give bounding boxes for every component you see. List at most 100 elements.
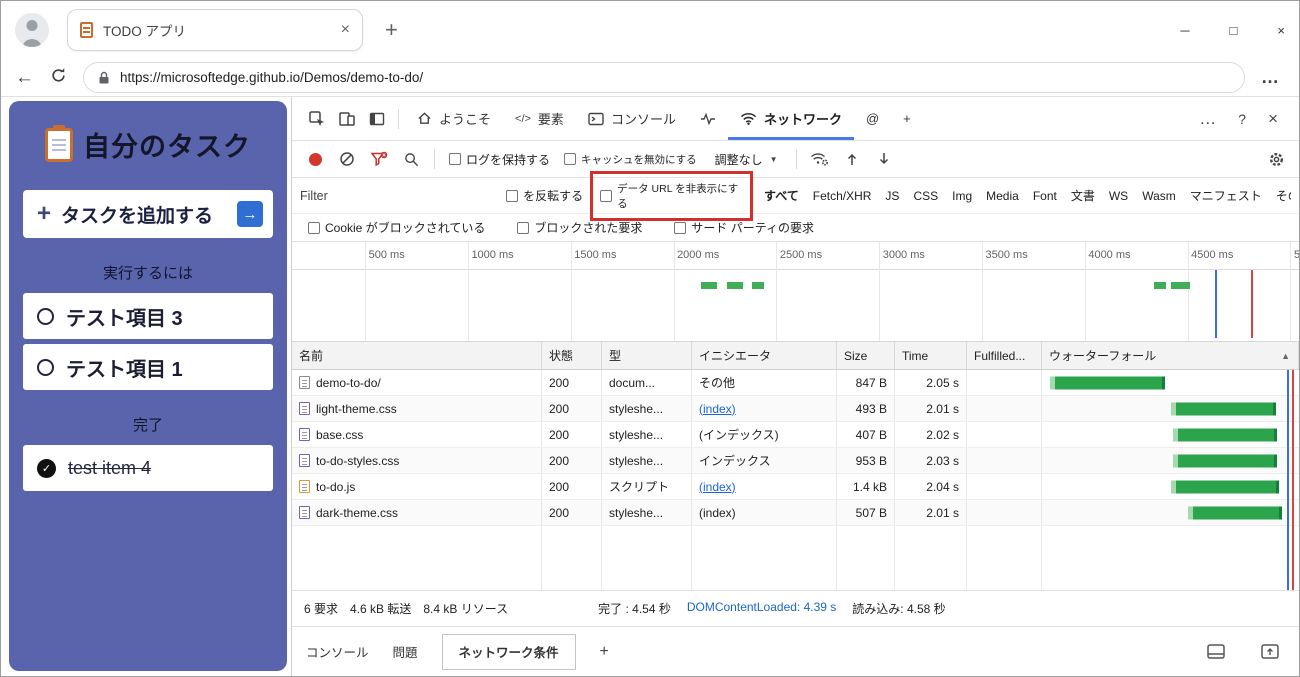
- initiator-link[interactable]: (index): [699, 480, 736, 494]
- filter-pill[interactable]: WS: [1109, 189, 1128, 203]
- settings-button[interactable]: [1261, 145, 1291, 173]
- waterfall-bar[interactable]: [1171, 402, 1276, 415]
- submit-arrow-icon[interactable]: →: [237, 201, 263, 227]
- browser-menu-button[interactable]: …: [1261, 67, 1285, 88]
- column-header-name[interactable]: 名前: [292, 342, 542, 369]
- hide-data-urls-checkbox[interactable]: データ URL を非表示にする: [593, 176, 750, 216]
- filter-pill[interactable]: Wasm: [1142, 189, 1176, 203]
- checkbox-icon[interactable]: [564, 153, 576, 165]
- checkbox-icon[interactable]: [308, 222, 320, 234]
- clear-button[interactable]: [332, 145, 362, 173]
- task-item[interactable]: テスト項目 1: [23, 344, 273, 390]
- network-conditions-button[interactable]: [805, 145, 835, 173]
- checkbox-icon[interactable]: [506, 190, 518, 202]
- table-row[interactable]: to-do-styles.css 200 styleshe... インデックス …: [292, 448, 1299, 474]
- window-maximize-button[interactable]: □: [1230, 23, 1238, 38]
- unchecked-circle-icon[interactable]: [37, 308, 54, 325]
- address-bar[interactable]: https://microsoftedge.github.io/Demos/de…: [83, 62, 1245, 93]
- column-header-waterfall[interactable]: ウォーターフォール ▲: [1042, 342, 1299, 369]
- filter-pill[interactable]: Media: [986, 189, 1019, 203]
- devtools-close-button[interactable]: ×: [1257, 109, 1289, 129]
- table-row[interactable]: demo-to-do/ 200 docum... その他 847 B 2.05 …: [292, 370, 1299, 396]
- completed-task-item[interactable]: ✓ test item 4: [23, 445, 273, 491]
- column-header-type[interactable]: 型: [602, 342, 692, 369]
- throttling-select[interactable]: 調整なし ▼: [715, 151, 778, 168]
- devtools-help-button[interactable]: ?: [1227, 111, 1257, 127]
- add-task-button[interactable]: + タスクを追加する →: [23, 190, 273, 238]
- sort-ascending-icon[interactable]: ▲: [1281, 351, 1290, 361]
- export-har-button[interactable]: [869, 145, 899, 173]
- waterfall-bar[interactable]: [1173, 428, 1277, 441]
- back-button[interactable]: ←: [15, 68, 34, 87]
- add-tool-button[interactable]: +: [891, 97, 923, 140]
- drawer-tab-network-conditions[interactable]: ネットワーク条件: [442, 634, 576, 670]
- drawer-add-tab-button[interactable]: +: [600, 643, 609, 661]
- drawer-expand-button[interactable]: [1255, 638, 1285, 666]
- blocked-requests-checkbox[interactable]: ブロックされた要求: [517, 219, 642, 236]
- initiator-link[interactable]: (index): [699, 402, 736, 416]
- task-item[interactable]: テスト項目 3: [23, 293, 273, 339]
- browser-tab[interactable]: TODO アプリ ×: [67, 9, 363, 51]
- filter-pill[interactable]: その他: [1276, 187, 1291, 204]
- filter-pill[interactable]: Font: [1033, 189, 1057, 203]
- network-timeline[interactable]: 500 ms1000 ms1500 ms2000 ms2500 ms3000 m…: [292, 242, 1299, 342]
- inspect-element-icon[interactable]: [302, 105, 332, 133]
- tab-elements[interactable]: </> 要素: [503, 97, 576, 140]
- activity-bar-icon[interactable]: [362, 105, 392, 133]
- tab-welcome[interactable]: ようこそ: [405, 97, 503, 140]
- checkbox-icon[interactable]: [517, 222, 529, 234]
- import-har-button[interactable]: [837, 145, 867, 173]
- filter-pill[interactable]: CSS: [913, 189, 938, 203]
- filter-pill[interactable]: すべて: [764, 187, 799, 204]
- disable-cache-checkbox[interactable]: キャッシュを無効にする: [564, 152, 697, 167]
- tab-network[interactable]: ネットワーク: [728, 97, 854, 140]
- filter-pill[interactable]: Fetch/XHR: [813, 189, 872, 203]
- table-row[interactable]: base.css 200 styleshe... (インデックス) 407 B …: [292, 422, 1299, 448]
- filter-pill[interactable]: Img: [952, 189, 972, 203]
- search-button[interactable]: [396, 145, 426, 173]
- tab-close-icon[interactable]: ×: [341, 21, 350, 39]
- record-button[interactable]: [300, 145, 330, 173]
- table-row[interactable]: dark-theme.css 200 styleshe... (index) 5…: [292, 500, 1299, 526]
- filter-toggle-button[interactable]: [364, 145, 394, 173]
- filter-pill[interactable]: マニフェスト: [1190, 187, 1262, 204]
- tab-activity[interactable]: [688, 97, 728, 140]
- checked-circle-icon[interactable]: ✓: [37, 459, 56, 478]
- invert-filter-checkbox[interactable]: を反転する: [506, 187, 583, 204]
- window-close-button[interactable]: ×: [1277, 23, 1285, 38]
- request-status: 200: [542, 474, 602, 499]
- column-header-status[interactable]: 状態: [542, 342, 602, 369]
- waterfall-bar[interactable]: [1173, 454, 1277, 467]
- window-minimize-button[interactable]: ─: [1180, 23, 1189, 38]
- blocked-cookies-checkbox[interactable]: Cookie がブロックされている: [308, 219, 485, 236]
- request-type: docum...: [602, 370, 692, 395]
- filter-pill[interactable]: JS: [885, 189, 899, 203]
- waterfall-bar[interactable]: [1050, 376, 1166, 389]
- refresh-button[interactable]: [50, 67, 67, 88]
- tab-at[interactable]: @: [854, 97, 891, 140]
- waterfall-bar[interactable]: [1188, 506, 1282, 519]
- drawer-dock-button[interactable]: [1201, 638, 1231, 666]
- third-party-checkbox[interactable]: サード パーティの要求: [674, 219, 814, 236]
- column-header-size[interactable]: Size: [837, 342, 895, 369]
- profile-avatar[interactable]: [15, 13, 49, 47]
- checkbox-icon[interactable]: [600, 190, 612, 202]
- waterfall-bar[interactable]: [1171, 480, 1279, 493]
- preserve-log-checkbox[interactable]: ログを保持する: [449, 151, 550, 168]
- column-header-time[interactable]: Time: [895, 342, 967, 369]
- column-header-fulfilled[interactable]: Fulfilled...: [967, 342, 1042, 369]
- filter-pill[interactable]: 文書: [1071, 187, 1095, 204]
- filter-input[interactable]: [300, 189, 500, 203]
- checkbox-icon[interactable]: [449, 153, 461, 165]
- drawer-tab-console[interactable]: コンソール: [306, 642, 369, 661]
- devtools-more-button[interactable]: …: [1188, 109, 1227, 129]
- column-header-initiator[interactable]: イニシエータ: [692, 342, 837, 369]
- table-row[interactable]: light-theme.css 200 styleshe... (index) …: [292, 396, 1299, 422]
- unchecked-circle-icon[interactable]: [37, 359, 54, 376]
- checkbox-icon[interactable]: [674, 222, 686, 234]
- new-tab-button[interactable]: +: [385, 17, 398, 43]
- drawer-tab-issues[interactable]: 問題: [393, 642, 418, 661]
- device-toolbar-icon[interactable]: [332, 105, 362, 133]
- tab-console[interactable]: コンソール: [576, 97, 688, 140]
- table-row[interactable]: to-do.js 200 スクリプト (index) 1.4 kB 2.04 s: [292, 474, 1299, 500]
